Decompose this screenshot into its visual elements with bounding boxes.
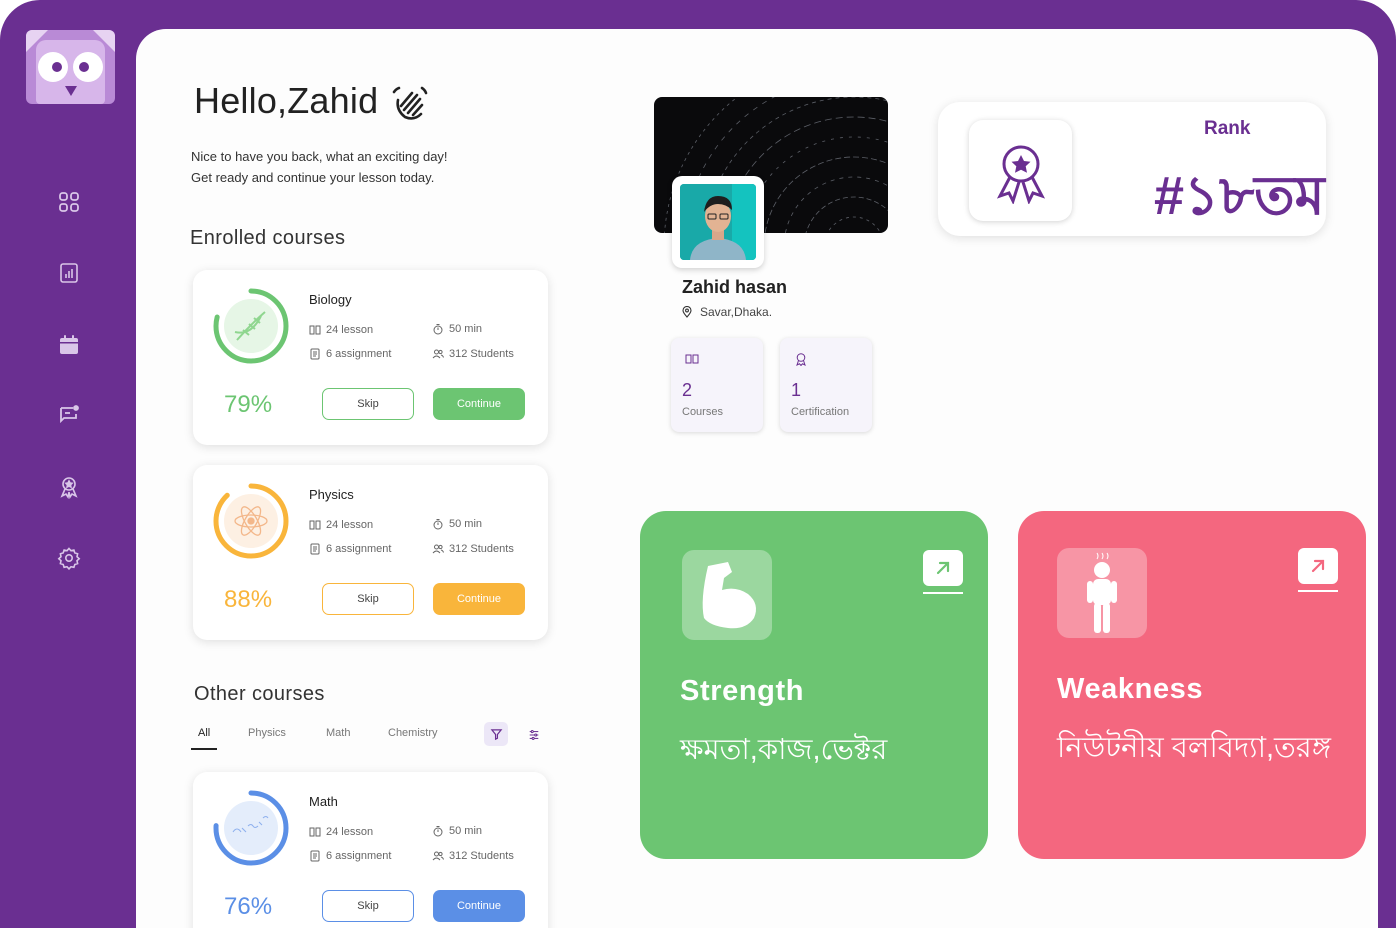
location-pin-icon [682, 306, 692, 318]
profile-name: Zahid hasan [682, 277, 788, 297]
users-icon [432, 349, 444, 359]
flexed-arm-icon [682, 550, 772, 640]
student-count: 312 Students [432, 543, 514, 555]
greeting-subtitle-line2: Get ready and continue your lesson today… [191, 170, 435, 185]
chart-icon[interactable] [54, 258, 84, 288]
weakness-title: Weakness [1057, 673, 1204, 705]
tab-all[interactable]: All [198, 727, 210, 739]
course-name: Physics [309, 487, 354, 502]
course-card-physics: Physics 24 lesson 50 min 6 assignment 31… [193, 465, 548, 640]
progress-percent: 79% [224, 391, 273, 418]
greeting-title: Hello,Zahid [194, 80, 379, 121]
users-icon [432, 544, 444, 554]
book-icon [309, 325, 321, 335]
waving-hand-icon [392, 86, 428, 120]
lesson-count: 24 lesson [309, 324, 373, 336]
duration: 50 min [432, 518, 482, 530]
greeting-subtitle-line1: Nice to have you back, what an exciting … [191, 149, 448, 164]
course-filter-tabs: All Physics Math Chemistry [191, 722, 551, 753]
progress-ring [213, 288, 289, 364]
profile-location: Savar,Dhaka. [682, 305, 772, 319]
filter-icon[interactable] [484, 722, 508, 746]
document-icon [310, 348, 320, 360]
users-icon [432, 851, 444, 861]
continue-button[interactable]: Continue [433, 388, 525, 420]
settings-icon[interactable] [54, 543, 84, 573]
award-icon [796, 353, 806, 366]
progress-percent: 88% [224, 586, 273, 613]
arrow-up-right-icon[interactable] [1298, 548, 1338, 584]
tab-physics[interactable]: Physics [248, 727, 286, 739]
book-icon [309, 520, 321, 530]
timer-icon [433, 519, 443, 530]
stat-courses[interactable]: 2 Courses [671, 338, 763, 432]
profile-photo [680, 184, 756, 260]
skip-button[interactable]: Skip [322, 890, 414, 922]
progress-percent: 76% [224, 893, 273, 920]
tab-math[interactable]: Math [326, 727, 350, 739]
course-card-biology: Biology 24 lesson 50 min 6 assignment 31… [193, 270, 548, 445]
award-icon [969, 120, 1072, 221]
course-card-math: Math 24 lesson 50 min 6 assignment 312 S… [193, 772, 548, 928]
assignment-count: 6 assignment [309, 850, 391, 862]
book-icon [685, 354, 699, 364]
course-name: Biology [309, 292, 352, 307]
duration: 50 min [432, 323, 482, 335]
skip-button[interactable]: Skip [322, 388, 414, 420]
rank-label: Rank [1204, 118, 1251, 139]
lesson-count: 24 lesson [309, 826, 373, 838]
grid-icon[interactable] [54, 187, 84, 217]
weakness-card[interactable]: Weakness নিউটনীয় বলবিদ্যা,তরঙ্গ [1018, 511, 1366, 859]
calendar-icon[interactable] [54, 330, 84, 360]
strength-title: Strength [680, 675, 805, 707]
assignment-count: 6 assignment [309, 543, 391, 555]
strength-card[interactable]: Strength ক্ষমতা,কাজ,ভেক্টর [640, 511, 988, 859]
progress-ring [213, 483, 289, 559]
duration: 50 min [432, 825, 482, 837]
arrow-underline [1298, 590, 1338, 592]
student-count: 312 Students [432, 850, 514, 862]
strength-topics: ক্ষমতা,কাজ,ভেক্টর [680, 734, 888, 766]
weakness-topics: নিউটনীয় বলবিদ্যা,তরঙ্গ [1057, 732, 1331, 764]
owl-logo[interactable] [26, 30, 115, 104]
assignment-count: 6 assignment [309, 348, 391, 360]
timer-icon [433, 826, 443, 837]
stat-certification[interactable]: 1 Certification [780, 338, 872, 432]
other-courses-heading: Other courses [194, 683, 325, 705]
rank-card: Rank #১৮তম [938, 102, 1326, 236]
avatar[interactable] [672, 176, 764, 268]
arrow-up-right-icon[interactable] [923, 550, 963, 586]
course-name: Math [309, 794, 338, 809]
lesson-count: 24 lesson [309, 519, 373, 531]
tired-person-icon [1057, 548, 1147, 638]
document-icon [310, 850, 320, 862]
chat-icon[interactable] [54, 400, 84, 430]
continue-button[interactable]: Continue [433, 583, 525, 615]
tab-chemistry[interactable]: Chemistry [388, 727, 438, 739]
rank-value: #১৮তম [1154, 166, 1325, 226]
sliders-icon[interactable] [524, 725, 544, 745]
active-tab-underline [191, 748, 217, 750]
book-icon [309, 827, 321, 837]
document-icon [310, 543, 320, 555]
arrow-underline [923, 592, 963, 594]
award-icon[interactable] [54, 472, 84, 502]
timer-icon [433, 324, 443, 335]
progress-ring [213, 790, 289, 866]
skip-button[interactable]: Skip [322, 583, 414, 615]
enrolled-courses-heading: Enrolled courses [190, 227, 346, 249]
student-count: 312 Students [432, 348, 514, 360]
continue-button[interactable]: Continue [433, 890, 525, 922]
